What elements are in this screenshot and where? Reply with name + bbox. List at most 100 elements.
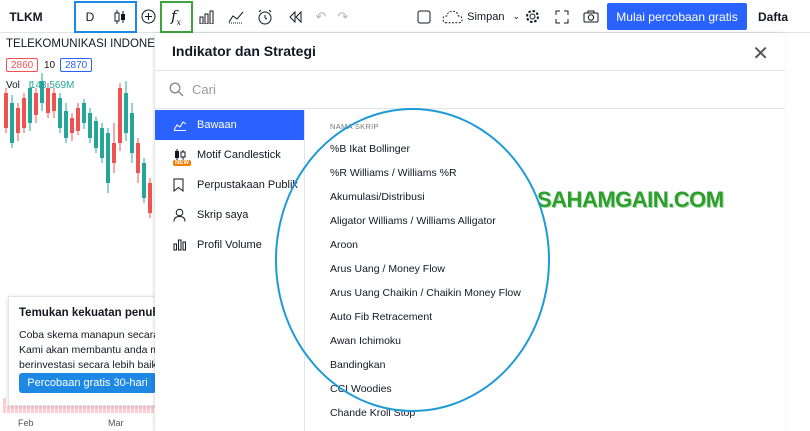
promo-panel: Temukan kekuatan penuh d Coba skema mana…: [8, 296, 156, 406]
candle-body: [94, 121, 98, 148]
free-trial-button[interactable]: Percobaan gratis 30-hari: [19, 373, 156, 393]
candle-body: [106, 133, 110, 183]
promo-line: berinvestasi secara lebih baik d: [19, 359, 156, 371]
volume-bar: [151, 406, 154, 413]
volume-bar: [127, 406, 130, 413]
script-item[interactable]: Aligator Williams / Williams Alligator: [330, 215, 496, 227]
script-item[interactable]: CCI Woodies: [330, 383, 392, 395]
volume-value: 143.569M: [29, 80, 75, 91]
user-icon: [173, 208, 191, 222]
script-item[interactable]: %R Williams / Williams %R: [330, 167, 457, 179]
promo-title: Temukan kekuatan penuh d: [19, 307, 156, 319]
candle-body: [82, 103, 86, 123]
volume-bar: [3, 398, 6, 413]
spread-value: 10: [44, 59, 56, 71]
script-item[interactable]: Arus Uang / Money Flow: [330, 263, 445, 275]
fullscreen-button[interactable]: [552, 0, 572, 33]
highlight-box-interval: [74, 1, 137, 33]
compare-button[interactable]: [138, 0, 158, 33]
volume-bar: [103, 406, 106, 413]
bar-chart-icon: [199, 10, 213, 24]
nav-label: Motif Candlestick: [197, 149, 281, 161]
top-toolbar: TLKM D fx ↶ ↷ Simpan ⌄ Mulai percobaan g…: [0, 0, 810, 33]
candle-body: [118, 88, 122, 143]
fullscreen-icon: [555, 10, 569, 23]
alert-button[interactable]: [254, 0, 276, 33]
alarm-clock-icon: [258, 9, 272, 24]
script-list: NAMA SKRIP %B Ikat Bollinger %R Williams…: [305, 110, 785, 431]
cloud-icon: [442, 10, 463, 23]
script-item[interactable]: Aroon: [330, 239, 358, 251]
candle-body: [46, 88, 50, 113]
financials-button[interactable]: [196, 0, 216, 33]
nav-label: Perpustakaan Publik: [197, 179, 298, 191]
script-item[interactable]: %B Ikat Bollinger: [330, 143, 410, 155]
time-axis-feb: Feb: [18, 418, 34, 428]
volume-bar: [91, 406, 94, 413]
candle-body: [136, 143, 140, 173]
new-badge: NEW: [173, 160, 191, 166]
bar-chart-icon: [173, 119, 191, 131]
search-icon: [169, 82, 184, 97]
script-item[interactable]: Arus Uang Chaikin / Chaikin Money Flow: [330, 287, 521, 299]
candle-body: [100, 128, 104, 158]
candle-body: [76, 108, 80, 131]
volume-bar: [55, 406, 58, 413]
candle-body: [52, 93, 56, 111]
nav-label: Profil Volume: [197, 239, 262, 251]
undo-icon: ↶: [315, 8, 327, 24]
symbol-label[interactable]: TLKM: [6, 0, 46, 33]
undo-button[interactable]: ↶: [312, 0, 330, 33]
volume-bar: [31, 406, 34, 413]
indicator-templates-icon: [228, 11, 244, 23]
volume-bar: [19, 406, 22, 413]
script-item[interactable]: Bandingkan: [330, 359, 385, 371]
save-button[interactable]: Simpan ⌄: [442, 0, 520, 33]
settings-button[interactable]: [522, 0, 542, 33]
close-button[interactable]: ✕: [752, 41, 769, 66]
rewind-icon: [288, 10, 301, 23]
candle-body: [16, 108, 20, 133]
script-item[interactable]: Auto Fib Retracement: [330, 311, 432, 323]
snapshot-button[interactable]: [580, 0, 602, 33]
nav-item-bawaan[interactable]: Bawaan: [155, 110, 304, 140]
promo-line: Coba skema manapun secara g: [19, 329, 156, 341]
candle-body: [88, 113, 92, 138]
redo-icon: ↷: [337, 8, 349, 24]
templates-button[interactable]: [226, 0, 246, 33]
nav-label: Bawaan: [197, 119, 237, 131]
volume-readout: Vol 143.569M: [6, 80, 74, 91]
replay-button[interactable]: [286, 0, 304, 33]
ask-price: 2870: [60, 58, 93, 72]
nav-item-my-scripts[interactable]: Skrip saya: [155, 200, 304, 230]
nav-item-candlestick[interactable]: Motif Candlestick NEW: [155, 140, 304, 170]
plus-circle-icon: [141, 9, 155, 24]
volume-profile-icon: [173, 239, 191, 251]
candle-body: [4, 93, 8, 128]
volume-bar: [67, 406, 70, 413]
script-item[interactable]: Chande Kroll Stop: [330, 407, 415, 419]
search-input[interactable]: [192, 82, 492, 97]
candle-body: [22, 98, 26, 128]
nav-item-public-library[interactable]: Perpustakaan Publik: [155, 170, 304, 200]
script-item[interactable]: Akumulasi/Distribusi: [330, 191, 425, 203]
gear-icon: [525, 10, 539, 23]
category-nav: Bawaan Motif Candlestick NEW Perpustakaa…: [155, 110, 305, 431]
candle-body: [10, 103, 14, 143]
nav-item-volume-profile[interactable]: Profil Volume: [155, 230, 304, 260]
layout-button[interactable]: [414, 0, 434, 33]
candle-body: [64, 111, 68, 138]
start-trial-button[interactable]: Mulai percobaan gratis: [607, 3, 747, 30]
save-label: Simpan: [467, 10, 505, 23]
close-icon: ✕: [752, 43, 769, 65]
candle-body: [142, 163, 146, 198]
nav-label: Skrip saya: [197, 209, 249, 221]
company-name: TELEKOMUNIKASI INDONESIA: [6, 38, 174, 50]
candle-body: [58, 98, 62, 128]
script-item[interactable]: Awan Ichimoku: [330, 335, 401, 347]
register-link[interactable]: Dafta: [758, 10, 788, 24]
redo-button[interactable]: ↷: [334, 0, 352, 33]
indicators-dialog: Indikator dan Strategi ✕ Bawaan Motif Ca…: [155, 33, 785, 431]
candle-body: [70, 118, 74, 133]
candle-body: [148, 183, 152, 213]
